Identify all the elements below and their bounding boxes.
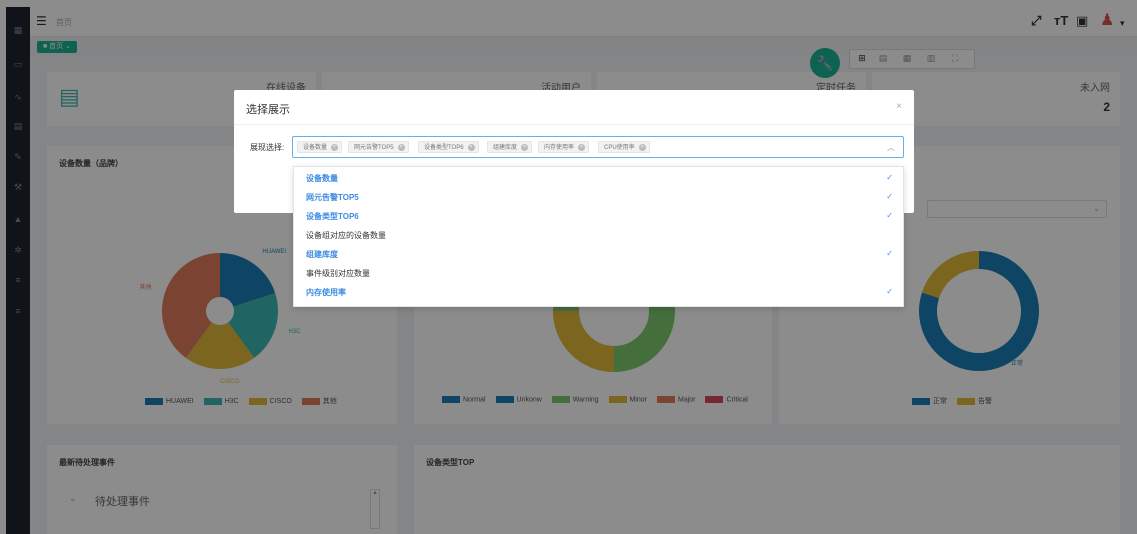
- selected-tag: CPU使用率 ×: [598, 141, 650, 153]
- display-multiselect[interactable]: 设备数量 × 网元告警TOP5 × 设备类型TOP6 × 组建库度 × 内存使用率 × C…: [292, 136, 904, 158]
- selected-tag: 组建库度 ×: [487, 141, 533, 153]
- option-label: 网元告警TOP5: [306, 193, 359, 202]
- check-icon: ✓: [886, 211, 893, 220]
- remove-tag-icon[interactable]: ×: [467, 144, 475, 151]
- tag-label: 设备类型TOP6: [424, 145, 464, 151]
- check-icon: ✓: [886, 173, 893, 182]
- option-label: 设备组对应的设备数量: [306, 231, 386, 240]
- check-icon: ✓: [886, 249, 893, 258]
- remove-tag-icon[interactable]: ×: [521, 144, 529, 151]
- tag-label: 组建库度: [493, 145, 518, 151]
- modal-title: 选择展示: [246, 104, 290, 116]
- divider: [234, 124, 914, 125]
- remove-tag-icon[interactable]: ×: [638, 144, 646, 151]
- remove-tag-icon[interactable]: ×: [331, 144, 339, 151]
- tag-label: 内存使用率: [544, 145, 575, 151]
- dropdown-option[interactable]: 设备类型TOP6 ✓: [294, 207, 905, 226]
- option-label: 组建库度: [306, 250, 338, 259]
- remove-tag-icon[interactable]: ×: [397, 144, 405, 151]
- multiselect-dropdown: 设备数量 ✓ 网元告警TOP5 ✓ 设备类型TOP6 ✓ 设备组对应的设备数量 …: [293, 166, 904, 307]
- selected-tag: 内存使用率 ×: [538, 141, 590, 153]
- option-label: 设备数量: [306, 174, 338, 183]
- close-icon[interactable]: ×: [896, 101, 902, 112]
- tag-label: CPU使用率: [604, 145, 635, 151]
- dropdown-option[interactable]: 组建库度 ✓: [294, 245, 905, 264]
- option-label: 内存使用率: [306, 288, 346, 297]
- dropdown-option[interactable]: 设备数量 ✓: [294, 169, 905, 188]
- tag-label: 设备数量: [303, 145, 328, 151]
- selected-tag: 设备数量 ×: [297, 141, 343, 153]
- dropdown-option[interactable]: 内存使用率 ✓: [294, 283, 905, 302]
- remove-tag-icon[interactable]: ×: [578, 144, 586, 151]
- tag-label: 网元告警TOP5: [354, 145, 394, 151]
- chevron-up-icon[interactable]: ︿: [887, 142, 895, 153]
- selected-tag: 设备类型TOP6 ×: [418, 141, 479, 153]
- dropdown-option[interactable]: 网元告警TOP5 ✓: [294, 188, 905, 207]
- dropdown-option[interactable]: 设备组对应的设备数量: [294, 226, 905, 245]
- check-icon: ✓: [886, 192, 893, 201]
- field-label: 展现选择:: [250, 143, 285, 152]
- option-label: 设备类型TOP6: [306, 212, 359, 221]
- dropdown-option[interactable]: 事件级别对应数量: [294, 264, 905, 283]
- option-label: 事件级别对应数量: [306, 269, 370, 278]
- check-icon: ✓: [886, 287, 893, 296]
- selected-tag: 网元告警TOP5 ×: [348, 141, 409, 153]
